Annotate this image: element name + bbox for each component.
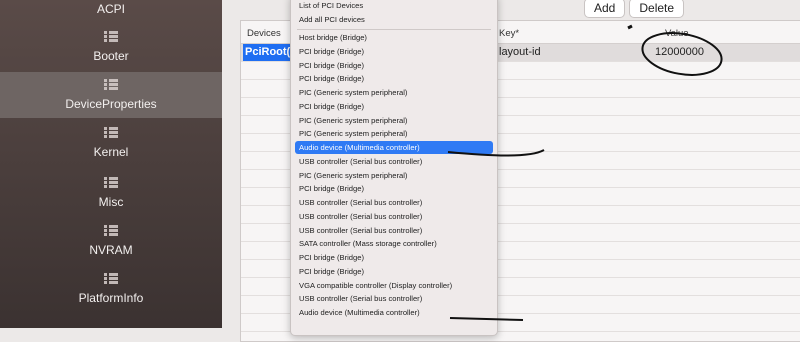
menu-item[interactable]: SATA controller (Mass storage controller… xyxy=(299,239,437,248)
menu-item[interactable]: PCI bridge (Bridge) xyxy=(299,47,364,56)
menu-item[interactable]: PIC (Generic system peripheral) xyxy=(299,129,407,138)
menu-item[interactable]: PCI bridge (Bridge) xyxy=(299,102,364,111)
sidebar-item-label: PlatformInfo xyxy=(78,291,144,305)
menu-item[interactable]: PCI bridge (Bridge) xyxy=(299,267,364,276)
sidebar-item-platforminfo[interactable]: PlatformInfo xyxy=(0,266,222,312)
column-header-value[interactable]: Value xyxy=(665,28,689,39)
sidebar-item-label: Booter xyxy=(93,49,129,63)
sidebar-item-booter[interactable]: Booter xyxy=(0,24,222,70)
menu-item-add-all-pci-devices[interactable]: Add all PCI devices xyxy=(299,15,365,24)
sidebar-item-label: DeviceProperties xyxy=(65,97,157,111)
menu-item[interactable]: PIC (Generic system peripheral) xyxy=(299,116,407,125)
list-icon xyxy=(104,79,118,91)
menu-item[interactable]: PCI bridge (Bridge) xyxy=(299,61,364,70)
menu-item[interactable]: VGA compatible controller (Display contr… xyxy=(299,281,452,290)
list-icon xyxy=(104,225,118,237)
sidebar-item-label: Kernel xyxy=(93,145,129,159)
list-icon xyxy=(104,31,118,43)
column-header-key[interactable]: Key* xyxy=(499,28,519,39)
menu-item[interactable]: Host bridge (Bridge) xyxy=(299,33,367,42)
menu-item-list-pci-devices[interactable]: List of PCI Devices xyxy=(299,1,363,10)
menu-item[interactable]: PIC (Generic system peripheral) xyxy=(299,171,407,180)
delete-button[interactable]: Delete xyxy=(629,0,685,18)
sidebar-item-label: NVRAM xyxy=(89,243,133,257)
menu-item[interactable]: USB controller (Serial bus controller) xyxy=(299,226,422,235)
menu-item[interactable]: USB controller (Serial bus controller) xyxy=(299,212,422,221)
sidebar-item-misc[interactable]: Misc xyxy=(0,170,222,216)
list-icon xyxy=(104,273,118,285)
column-header-devices[interactable]: Devices xyxy=(247,28,281,39)
menu-item[interactable]: PCI bridge (Bridge) xyxy=(299,253,364,262)
menu-item[interactable]: PCI bridge (Bridge) xyxy=(299,74,364,83)
device-cell[interactable]: PciRoot(0 xyxy=(243,44,295,61)
menu-item-highlighted[interactable]: Audio device (Multimedia controller) xyxy=(295,141,493,154)
menu-item[interactable]: USB controller (Serial bus controller) xyxy=(299,294,422,303)
list-icon xyxy=(104,177,118,189)
menu-item[interactable]: USB controller (Serial bus controller) xyxy=(299,157,422,166)
list-icon xyxy=(104,127,118,139)
sidebar-item-label: ACPI xyxy=(96,2,125,16)
menu-item[interactable]: PIC (Generic system peripheral) xyxy=(299,88,407,97)
add-button[interactable]: Add xyxy=(584,0,626,18)
sidebar-item-label: Misc xyxy=(98,195,124,209)
sidebar-item-deviceproperties[interactable]: DeviceProperties xyxy=(0,72,222,118)
menu-item-label: Audio device (Multimedia controller) xyxy=(299,143,420,152)
sidebar-item-nvram[interactable]: NVRAM xyxy=(0,218,222,264)
key-cell[interactable]: layout-id xyxy=(499,44,541,61)
menu-separator xyxy=(297,29,491,30)
toolbar: Add Delete xyxy=(584,0,685,18)
pci-devices-menu[interactable]: List of PCI Devices Add all PCI devices … xyxy=(290,0,498,336)
sidebar-item-kernel[interactable]: Kernel xyxy=(0,120,222,166)
menu-item[interactable]: PCI bridge (Bridge) xyxy=(299,184,364,193)
menu-item[interactable]: USB controller (Serial bus controller) xyxy=(299,198,422,207)
value-cell[interactable]: 12000000 xyxy=(655,44,704,61)
menu-item[interactable]: Audio device (Multimedia controller) xyxy=(299,308,420,317)
sidebar: ACPI Booter DeviceProperties Kernel Misc… xyxy=(0,0,222,328)
